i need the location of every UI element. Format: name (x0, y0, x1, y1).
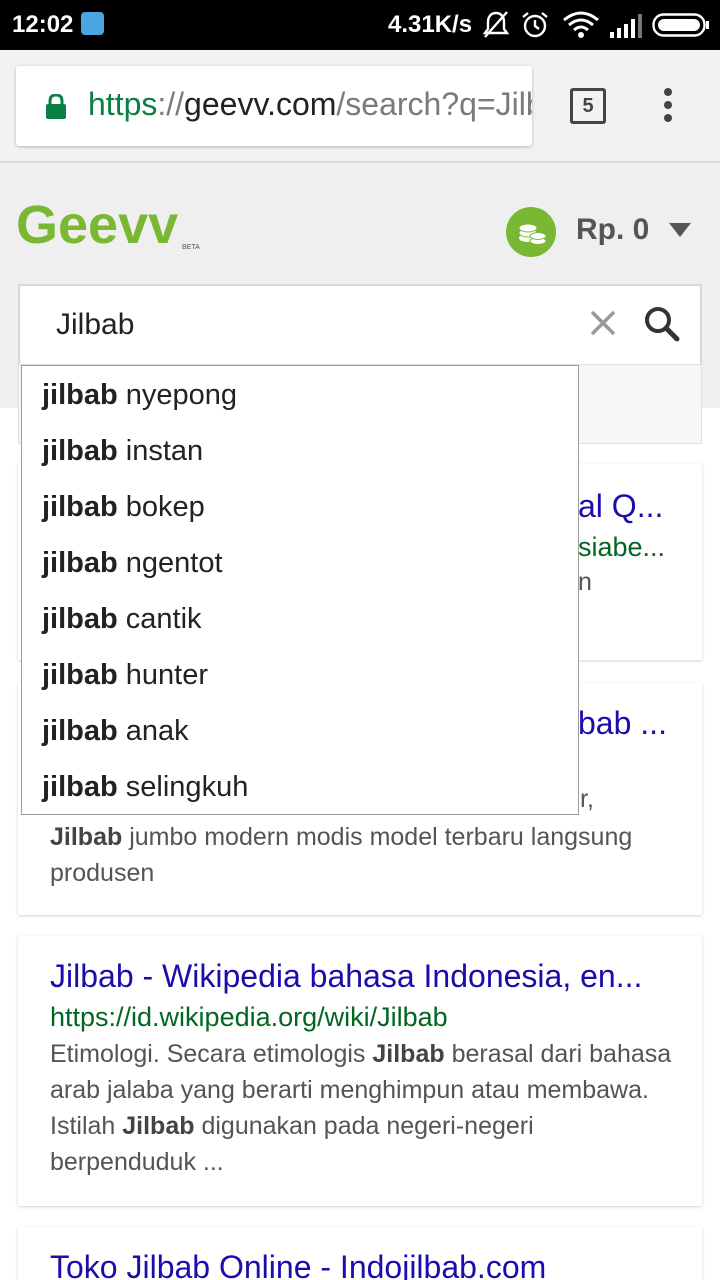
snippet-keyword: Jilbab (50, 823, 123, 851)
clear-icon[interactable] (590, 310, 616, 336)
result-url: siabe... (578, 532, 666, 562)
suggestion-item[interactable]: jilbab ngentot (22, 535, 578, 591)
url-scheme: https (88, 86, 158, 122)
url-separator: :// (157, 86, 185, 122)
browser-toolbar: https://geevv.com/search?q=Jilbab 5 (0, 50, 720, 163)
status-bar: 12:02 4.31K/s (0, 0, 720, 50)
result-title[interactable]: Jilbab - Wikipedia bahasa Indonesia, en.… (50, 958, 680, 995)
suggestion-item[interactable]: jilbab hunter (22, 647, 578, 703)
coins-icon[interactable] (506, 207, 556, 257)
result-title[interactable]: al Q... (578, 488, 663, 525)
result-card[interactable]: Toko Jilbab Online - Indojilbab.com (18, 1227, 702, 1280)
notification-app-icon (81, 12, 104, 35)
mute-notification-icon (482, 11, 510, 38)
url-path: /search?q=Jilbab (336, 86, 532, 122)
logo-badge: BETA (182, 244, 200, 251)
suggestion-item[interactable]: jilbab anak (22, 703, 578, 759)
autocomplete-dropdown: jilbab nyepong jilbab instan jilbab boke… (21, 365, 579, 815)
signal-icon (610, 14, 642, 38)
result-url[interactable]: https://id.wikipedia.org/wiki/Jilbab (50, 1002, 448, 1033)
search-input[interactable]: Jilbab (56, 308, 134, 342)
suggestion-item[interactable]: jilbab cantik (22, 591, 578, 647)
result-snippet: n (578, 568, 592, 596)
battery-icon (652, 13, 709, 37)
result-snippet: Jilbab jumbo modern modis model terbaru … (50, 823, 633, 887)
address-bar[interactable]: https://geevv.com/search?q=Jilbab (16, 66, 532, 146)
result-snippet: r, (580, 785, 594, 813)
wifi-icon (563, 11, 599, 38)
result-card[interactable]: Jilbab - Wikipedia bahasa Indonesia, en.… (18, 936, 702, 1206)
suggestion-item[interactable]: jilbab instan (22, 423, 578, 479)
chevron-down-icon[interactable] (668, 222, 692, 238)
suggestion-item[interactable]: jilbab bokep (22, 479, 578, 535)
logo-text: Geevv (16, 195, 178, 251)
lock-icon (46, 94, 66, 119)
overflow-menu-icon[interactable] (662, 87, 674, 123)
search-box: Jilbab (18, 284, 702, 366)
tab-switcher-button[interactable]: 5 (570, 88, 606, 124)
url-host: geevv.com (184, 86, 337, 122)
geevv-logo[interactable]: Geevv BETA (16, 195, 202, 251)
result-title[interactable]: Toko Jilbab Online - Indojilbab.com (50, 1249, 680, 1280)
suggestion-item[interactable]: jilbab nyepong (22, 367, 578, 423)
status-time: 12:02 (12, 11, 74, 38)
url-text[interactable]: https://geevv.com/search?q=Jilbab (88, 86, 532, 123)
balance-amount[interactable]: Rp. 0 (576, 213, 649, 247)
alarm-icon (522, 12, 548, 38)
result-title[interactable]: bab ... (578, 705, 667, 742)
network-speed: 4.31K/s (388, 11, 473, 38)
search-icon[interactable] (644, 306, 680, 342)
result-snippet: Etimologi. Secara etimologis Jilbab bera… (50, 1040, 672, 1176)
suggestion-item[interactable]: jilbab selingkuh (22, 759, 578, 815)
